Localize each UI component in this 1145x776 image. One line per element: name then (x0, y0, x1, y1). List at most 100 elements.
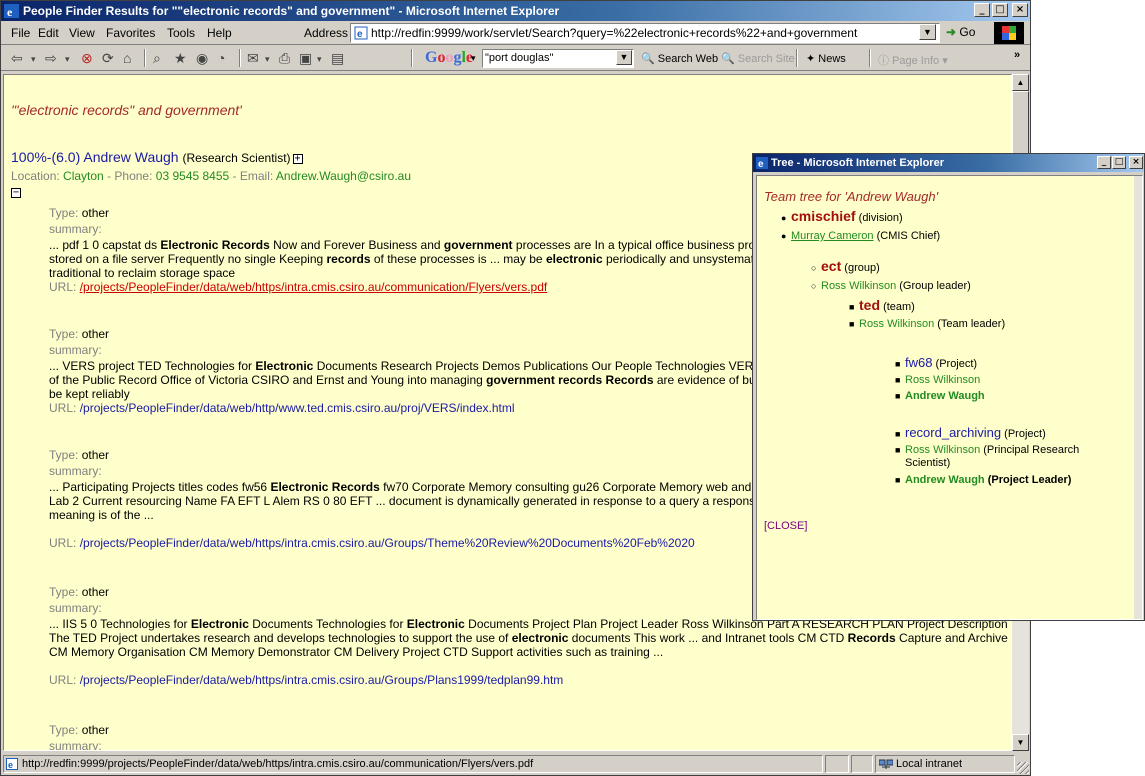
minimize-button[interactable]: _ (974, 3, 990, 17)
result-url-link[interactable]: /projects/PeopleFinder/data/web/https/in… (80, 536, 695, 550)
popup-titlebar[interactable]: e Tree - Microsoft Internet Explorer _ □… (753, 154, 1144, 172)
toolbar-overflow-icon[interactable]: » (1014, 49, 1020, 61)
address-dropdown-button[interactable]: ▼ (919, 24, 936, 40)
search-site-button[interactable]: 🔍 Search Site (721, 52, 795, 65)
type-label: Type: (49, 585, 79, 599)
node-type: (team) (883, 301, 915, 313)
refresh-icon[interactable]: ⟳ (102, 50, 114, 67)
popup-maximize-button[interactable]: □ (1112, 156, 1126, 169)
google-search-dropdown[interactable]: ▼ (616, 50, 632, 65)
tree-node-team: ■ ted (team) (849, 297, 915, 313)
google-dropdown-icon[interactable]: ▾ (471, 53, 476, 64)
menu-file[interactable]: File (11, 26, 30, 40)
search-web-button[interactable]: 🔍 Search Web (641, 52, 718, 65)
tree-node-role-continued: Scientist) (905, 457, 950, 470)
type-value: other (81, 206, 110, 220)
type-label: Type: (49, 206, 79, 220)
node-type: (division) (858, 212, 903, 224)
back-dropdown-icon[interactable]: ▾ (31, 54, 36, 65)
address-bar[interactable]: e http://redfin:9999/work/servlet/Search… (350, 23, 940, 43)
toolbar-separator (239, 49, 241, 67)
menu-help[interactable]: Help (207, 26, 232, 40)
url-label: URL: (49, 673, 77, 687)
collapse-results-icon[interactable]: − (11, 188, 21, 198)
stop-icon[interactable]: ⊗ (81, 50, 93, 67)
close-link[interactable]: [CLOSE] (764, 520, 807, 532)
maximize-button[interactable]: □ (992, 3, 1008, 17)
scroll-up-icon[interactable]: ▲ (1012, 74, 1029, 91)
type-label: Type: (49, 723, 79, 737)
news-button[interactable]: ✦ News (806, 52, 846, 65)
google-search-input[interactable]: "port douglas" (482, 49, 634, 68)
svg-text:e: e (357, 29, 363, 40)
status-cell (851, 755, 873, 773)
menu-edit[interactable]: Edit (38, 26, 59, 40)
home-icon[interactable]: ⌂ (123, 50, 131, 66)
node-type: (Project) (935, 358, 978, 370)
scroll-down-icon[interactable]: ▼ (1012, 734, 1029, 751)
window-titlebar[interactable]: e People Finder Results for ""electronic… (1, 1, 1030, 21)
search-icon[interactable]: ⌕ (153, 50, 161, 67)
popup-close-button[interactable]: × (1129, 156, 1143, 169)
menu-view[interactable]: View (69, 26, 95, 40)
search-web-label: Search Web (657, 53, 719, 65)
print-icon[interactable]: ⎙ (279, 50, 290, 67)
expand-tree-icon[interactable]: + (292, 154, 303, 164)
url-label: URL: (49, 401, 77, 415)
address-value: http://redfin:9999/work/servlet/Search?q… (371, 26, 858, 40)
popup-scrollbar[interactable] (1134, 176, 1142, 619)
mail-icon[interactable]: ✉ (247, 50, 259, 67)
node-role: (Group leader) (899, 280, 971, 292)
back-icon[interactable]: ⇦ (11, 50, 23, 67)
url-label: URL: (49, 536, 77, 550)
popup-minimize-button[interactable]: _ (1097, 156, 1111, 169)
node-fw68-link[interactable]: fw68 (905, 355, 932, 370)
page-icon: e (354, 26, 368, 40)
node-ross-link[interactable]: Ross Wilkinson (905, 374, 980, 386)
result-url-link[interactable]: /projects/PeopleFinder/data/web/https/in… (80, 673, 564, 687)
url-label: URL: (49, 280, 77, 294)
go-button[interactable]: ➜ Go (946, 25, 975, 39)
node-andrew-link[interactable]: Andrew Waugh (905, 390, 985, 402)
result-url-link[interactable]: /projects/PeopleFinder/data/web/https/in… (80, 280, 548, 294)
toolbar-separator (869, 49, 871, 67)
node-role: (CMIS Chief) (876, 230, 941, 242)
edit-icon[interactable]: ▣ (299, 50, 312, 67)
news-label: News (818, 53, 846, 65)
node-ross-link[interactable]: Ross Wilkinson (905, 444, 980, 456)
news-icon: ✦ (806, 53, 816, 65)
email-link[interactable]: Andrew.Waugh@csiro.au (276, 169, 411, 183)
forward-icon[interactable]: ⇨ (45, 50, 57, 67)
node-murray-link[interactable]: Murray Cameron (791, 230, 874, 242)
history-icon[interactable]: ◔ (217, 50, 225, 66)
tree-node-member: ■ Andrew Waugh (895, 390, 985, 402)
menu-tools[interactable]: Tools (167, 26, 195, 40)
node-record-archiving-link[interactable]: record_archiving (905, 425, 1001, 440)
page-info-button[interactable]: ⓘ Page Info ▾ (878, 52, 948, 68)
node-role: Scientist) (905, 457, 951, 469)
close-button[interactable]: × (1012, 3, 1028, 17)
resize-grip-icon[interactable] (1017, 762, 1029, 774)
status-text: e http://redfin:9999/projects/PeopleFind… (3, 755, 823, 773)
favorites-icon[interactable]: ★ (174, 50, 187, 67)
google-logo[interactable]: Google (425, 49, 473, 67)
discuss-icon[interactable]: ▤ (331, 50, 344, 67)
forward-dropdown-icon[interactable]: ▾ (65, 54, 70, 65)
menubar: File Edit View Favorites Tools Help Addr… (1, 21, 1030, 45)
toolbar-separator (411, 49, 413, 67)
search-web-icon: 🔍 (641, 53, 655, 65)
person-contact: Location: Clayton - Phone: 03 9545 8455 … (11, 169, 411, 183)
node-ect: ect (821, 258, 842, 274)
media-icon[interactable]: ◉ (196, 50, 208, 67)
address-label: Address (304, 26, 349, 40)
node-ross-link[interactable]: Ross Wilkinson (859, 318, 934, 330)
menu-favorites[interactable]: Favorites (106, 26, 155, 40)
tree-node-group: ○ ect (group) (811, 258, 880, 274)
mail-dropdown-icon[interactable]: ▾ (265, 54, 270, 65)
node-andrew-link[interactable]: Andrew Waugh (905, 474, 985, 486)
summary-label: summary: (49, 739, 102, 751)
node-ross-link[interactable]: Ross Wilkinson (821, 280, 896, 292)
person-name-link[interactable]: Andrew Waugh (83, 149, 178, 165)
edit-dropdown-icon[interactable]: ▾ (317, 54, 322, 65)
result-url-link[interactable]: /projects/PeopleFinder/data/web/http/www… (80, 401, 515, 415)
